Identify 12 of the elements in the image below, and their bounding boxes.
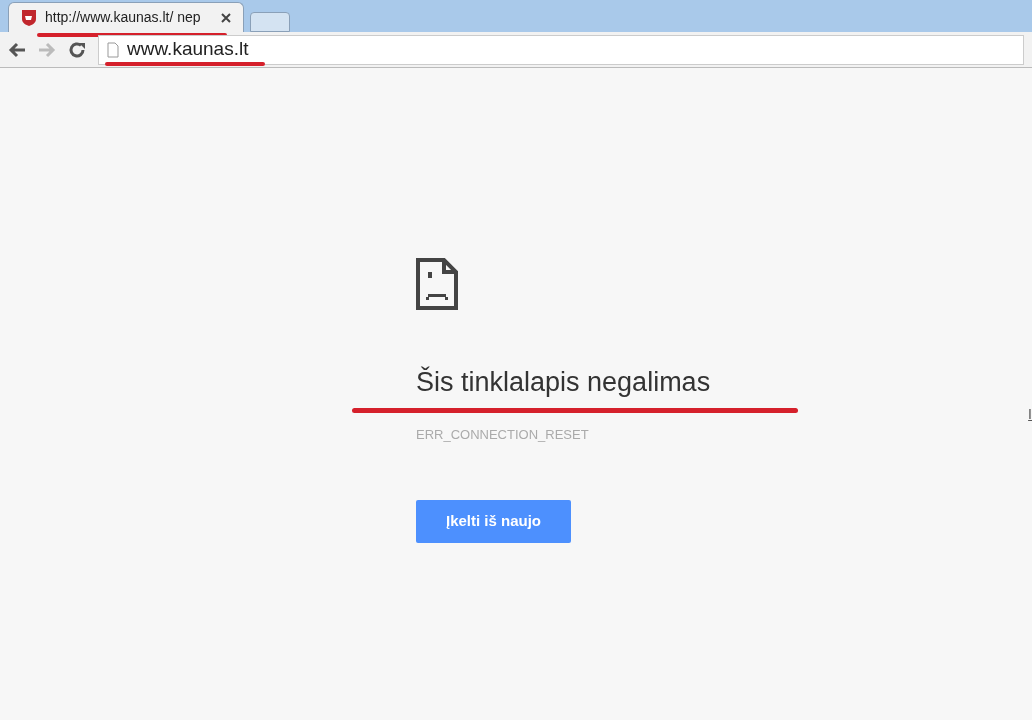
address-text: www.kaunas.lt	[127, 37, 249, 62]
sad-page-icon	[416, 258, 458, 310]
page-icon	[107, 41, 119, 58]
address-bar[interactable]: www.kaunas.lt	[98, 34, 1024, 65]
close-icon[interactable]	[221, 12, 231, 23]
tab-title: http://www.kaunas.lt/ nep	[45, 8, 201, 27]
reload-icon[interactable]	[68, 40, 86, 59]
error-heading: Šis tinklalapis negalimas	[416, 365, 711, 399]
error-code: ERR_CONNECTION_RESET	[416, 425, 589, 444]
back-arrow-icon[interactable]	[8, 41, 26, 58]
shield-icon	[21, 8, 37, 27]
details-link[interactable]: I	[1028, 404, 1032, 720]
